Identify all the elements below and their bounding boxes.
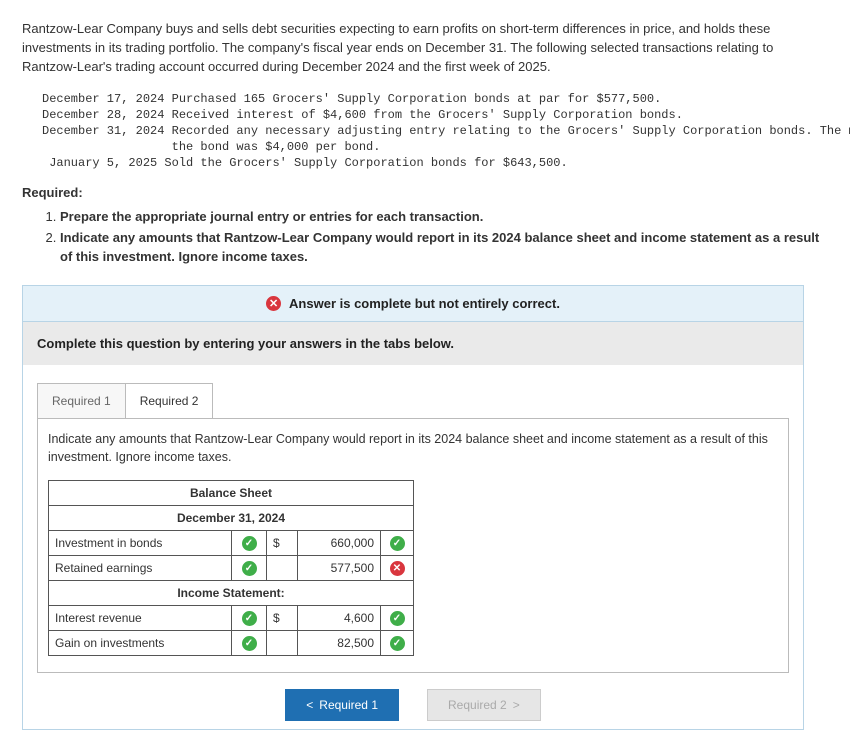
mark-cell: ✓ [232, 531, 267, 556]
table-row: Retained earnings ✓ 577,500 ✕ [49, 556, 414, 581]
error-icon: ✕ [266, 296, 281, 311]
row-label[interactable]: Interest revenue [49, 606, 232, 631]
prev-button-label: Required 1 [319, 698, 378, 712]
nav-row: < Required 1 Required 2 > [23, 689, 803, 721]
tab-body: Indicate any amounts that Rantzow-Lear C… [37, 418, 789, 673]
value-cell[interactable]: 82,500 [298, 631, 381, 656]
tab-required-1[interactable]: Required 1 [37, 383, 126, 418]
check-icon: ✓ [242, 536, 257, 551]
mark-cell: ✕ [381, 556, 414, 581]
next-button-label: Required 2 [448, 698, 507, 712]
check-icon: ✓ [242, 561, 257, 576]
balance-sheet-header: Balance Sheet [49, 481, 414, 506]
tab-required-2[interactable]: Required 2 [125, 383, 214, 418]
tab-instruction: Indicate any amounts that Rantzow-Lear C… [48, 431, 778, 466]
cross-icon: ✕ [390, 561, 405, 576]
row-label[interactable]: Gain on investments [49, 631, 232, 656]
mark-cell: ✓ [381, 631, 414, 656]
row-label[interactable]: Retained earnings [49, 556, 232, 581]
currency-cell [267, 631, 298, 656]
value-cell[interactable]: 577,500 [298, 556, 381, 581]
required-heading: Required: [22, 185, 828, 200]
mark-cell: ✓ [232, 606, 267, 631]
row-label[interactable]: Investment in bonds [49, 531, 232, 556]
required-item-1: Prepare the appropriate journal entry or… [60, 209, 483, 224]
table-row: Investment in bonds ✓ $ 660,000 ✓ [49, 531, 414, 556]
instruction-bar: Complete this question by entering your … [23, 322, 803, 365]
mark-cell: ✓ [381, 606, 414, 631]
table-row: Gain on investments ✓ 82,500 ✓ [49, 631, 414, 656]
problem-intro: Rantzow-Lear Company buys and sells debt… [22, 20, 828, 77]
currency-cell [267, 556, 298, 581]
assessment-box: ✕ Answer is complete but not entirely co… [22, 285, 804, 730]
chevron-right-icon: > [513, 698, 520, 712]
check-icon: ✓ [390, 611, 405, 626]
prev-button[interactable]: < Required 1 [285, 689, 399, 721]
next-button[interactable]: Required 2 > [427, 689, 541, 721]
answer-table: Balance Sheet December 31, 2024 Investme… [48, 480, 414, 656]
check-icon: ✓ [390, 636, 405, 651]
check-icon: ✓ [390, 536, 405, 551]
value-cell[interactable]: 4,600 [298, 606, 381, 631]
status-bar: ✕ Answer is complete but not entirely co… [23, 286, 803, 322]
tabs-row: Required 1 Required 2 [37, 383, 803, 418]
check-icon: ✓ [242, 636, 257, 651]
value-cell[interactable]: 660,000 [298, 531, 381, 556]
currency-cell: $ [267, 531, 298, 556]
mark-cell: ✓ [381, 531, 414, 556]
required-list: Prepare the appropriate journal entry or… [42, 208, 828, 267]
status-text: Answer is complete but not entirely corr… [289, 296, 560, 311]
mark-cell: ✓ [232, 556, 267, 581]
currency-cell: $ [267, 606, 298, 631]
transactions-block: December 17, 2024 Purchased 165 Grocers'… [42, 91, 828, 172]
required-item-2: Indicate any amounts that Rantzow-Lear C… [60, 230, 819, 264]
balance-sheet-date: December 31, 2024 [49, 506, 414, 531]
table-row: Interest revenue ✓ $ 4,600 ✓ [49, 606, 414, 631]
mark-cell: ✓ [232, 631, 267, 656]
income-statement-header: Income Statement: [49, 581, 414, 606]
check-icon: ✓ [242, 611, 257, 626]
chevron-left-icon: < [306, 698, 313, 712]
